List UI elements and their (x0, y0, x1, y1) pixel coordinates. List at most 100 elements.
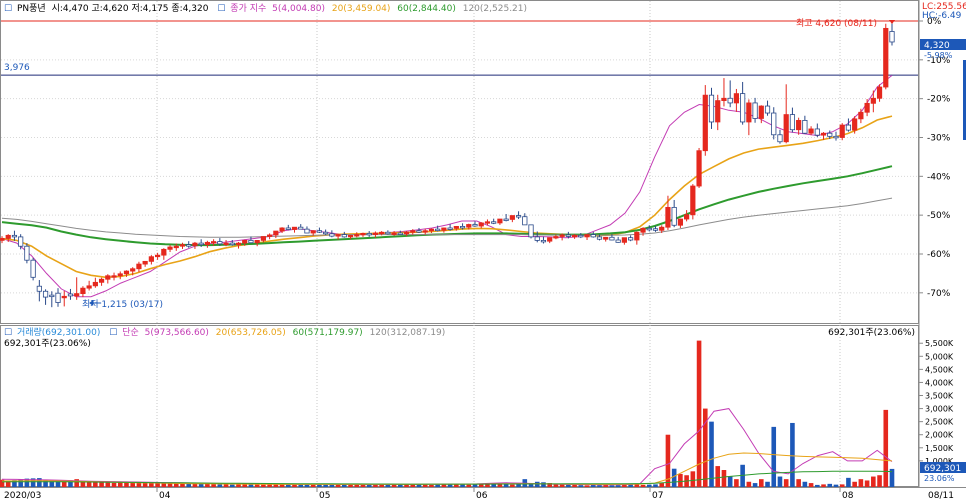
volume-bar (852, 481, 857, 487)
volume-bar (746, 481, 752, 487)
candle-body (242, 239, 248, 244)
candle-body (254, 239, 260, 244)
candle-body (123, 270, 130, 275)
candle-body (677, 218, 683, 226)
volume-bar (734, 479, 739, 487)
volume-ma5-legend: 5(973,566.60) (145, 328, 209, 338)
volume-bar (497, 484, 503, 487)
candle-body (267, 234, 273, 237)
candle-body (777, 134, 783, 143)
price-axis-label: -20% (927, 95, 951, 105)
candle-body (752, 102, 758, 119)
volume-bar (821, 484, 826, 487)
candle-body (503, 218, 509, 221)
candle-body (198, 242, 204, 246)
candle-body (372, 232, 379, 235)
candle-body (702, 94, 708, 152)
volume-sub-label: 692,301주(23.06%) (4, 338, 91, 349)
candle-body (291, 226, 298, 230)
candle-body (733, 93, 740, 104)
candle-body (416, 230, 422, 233)
candle-body (578, 234, 584, 238)
candle-body (136, 263, 142, 270)
candle-body (341, 234, 347, 238)
candle-body (61, 295, 67, 299)
candle-body (528, 224, 534, 238)
volume-bar (653, 484, 658, 487)
candle-body (410, 230, 416, 233)
candle-body (453, 226, 459, 229)
date-axis-label: 08/11 (928, 491, 954, 501)
candle-body (379, 231, 385, 235)
candle-body (285, 227, 291, 230)
volume-bar (292, 484, 297, 487)
candle-body (864, 102, 870, 113)
volume-axis-label: 1,500K (925, 444, 954, 453)
volume-bar (833, 484, 839, 487)
candle-body (273, 230, 279, 236)
candle-body (161, 248, 167, 256)
candle-body (67, 293, 74, 297)
candle-body (435, 228, 441, 232)
volume-bar (640, 484, 646, 487)
volume-bar (466, 484, 472, 487)
volume-bar (846, 477, 851, 487)
ma20-legend: 20(3,459.04) (332, 4, 391, 14)
price-legend: ☐ PN풍년 시:4,470 고:4,620 저:4,175 종:4,320 ☐… (4, 3, 527, 14)
volume-title: 거래량(692,301.00) (17, 326, 100, 338)
candle-body (628, 237, 634, 241)
volume-bar (597, 485, 602, 487)
candle-body (366, 233, 372, 236)
volume-bar (721, 470, 727, 487)
volume-axis-label: 3,500K (925, 392, 954, 401)
volume-bar (690, 471, 696, 487)
candle-body (833, 135, 839, 139)
price-panel (0, 0, 919, 324)
volume-axis-label: 4,000K (925, 378, 954, 387)
candle-body (397, 232, 403, 235)
candle-body (771, 112, 777, 136)
volume-bar (93, 482, 98, 487)
candle-body (186, 244, 192, 247)
candle-body (217, 241, 223, 245)
volume-bar (111, 482, 117, 487)
chart-canvas: 0%-10%-20%-30%-40%-50%-60%-70% 5,500K5,0… (0, 0, 966, 502)
candle-body (478, 222, 484, 227)
candle-body (5, 234, 11, 239)
candle-body (360, 233, 366, 236)
volume-bar (790, 422, 795, 487)
candle-body (142, 260, 148, 265)
candle-body (49, 294, 55, 298)
candle-body (385, 231, 391, 235)
volume-bar (167, 483, 173, 487)
candle-body (347, 234, 354, 238)
volume-bar (472, 484, 478, 487)
candle-body (0, 238, 5, 241)
candle-body (248, 239, 254, 244)
candle-body (515, 215, 522, 218)
candle-body (316, 230, 323, 233)
candle-body (802, 120, 808, 134)
candle-body (852, 118, 858, 131)
volume-bar (796, 479, 801, 487)
volume-axis-label: 4,500K (925, 365, 954, 374)
candle-body (11, 234, 18, 238)
candle-body (98, 278, 105, 283)
volume-bar (727, 476, 733, 487)
volume-panel (0, 325, 919, 487)
volume-bar (877, 475, 882, 487)
candle-body (154, 254, 161, 258)
volume-bar (142, 482, 148, 487)
candle-body (497, 218, 503, 224)
volume-bar (871, 476, 876, 487)
candle-body (192, 242, 198, 246)
volume-bar (211, 484, 216, 487)
candle-body (814, 128, 820, 136)
candle-body (553, 236, 559, 239)
candle-body (839, 124, 845, 138)
volume-axis-label: 2,500K (925, 418, 954, 427)
candle-body (36, 285, 42, 292)
candle-body (665, 206, 671, 228)
candle-body (55, 292, 61, 303)
candle-body (584, 234, 590, 238)
